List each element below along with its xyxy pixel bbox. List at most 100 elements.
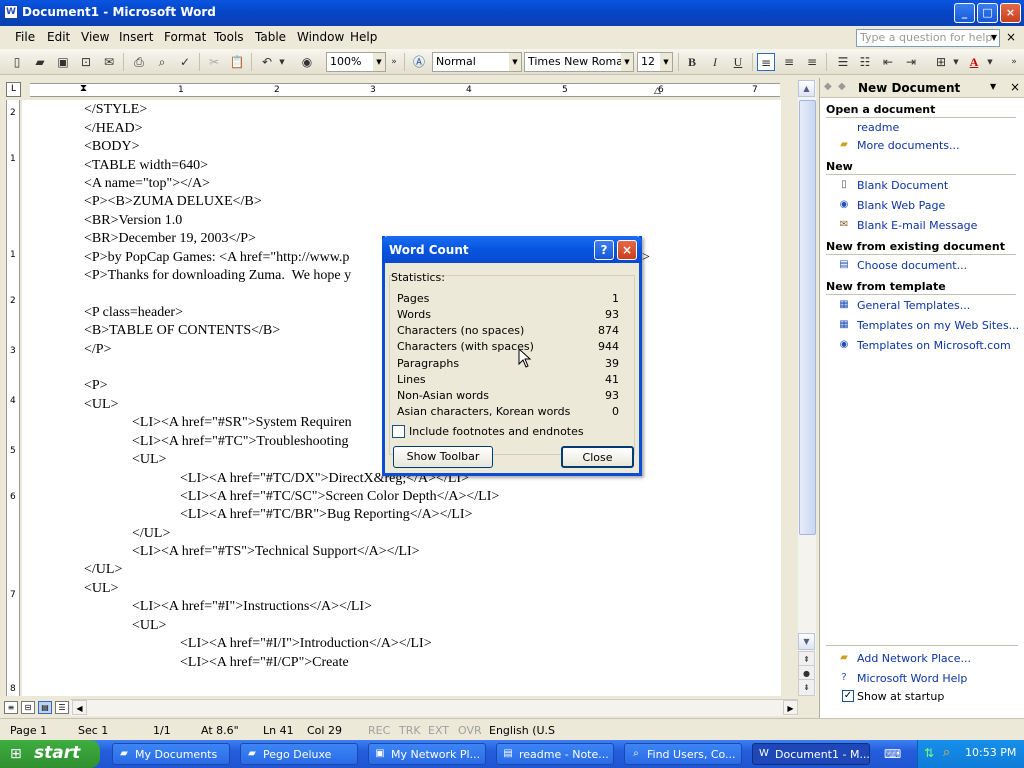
- align-left-icon[interactable]: ≡: [757, 53, 775, 71]
- horizontal-ruler[interactable]: 1 2 3 4 5 6 7 ⧗ △: [30, 83, 780, 97]
- help-icon[interactable]: ?: [594, 240, 614, 260]
- menu-view[interactable]: View: [81, 30, 109, 44]
- close-icon[interactable]: ×: [617, 240, 637, 260]
- styles-formatting-icon[interactable]: Ⓐ: [410, 53, 428, 71]
- spelling-icon[interactable]: ✓: [176, 53, 194, 71]
- permission-icon[interactable]: ⊡: [77, 53, 95, 71]
- minimize-button[interactable]: _: [954, 3, 975, 23]
- taskbar-item-my-documents[interactable]: ▰ My Documents: [112, 743, 230, 765]
- font-color-icon[interactable]: A: [965, 53, 983, 71]
- right-indent-marker-icon[interactable]: △: [654, 86, 661, 96]
- menu-format[interactable]: Format: [164, 30, 206, 44]
- menu-table[interactable]: Table: [255, 30, 286, 44]
- indent-marker-icon[interactable]: ⧗: [80, 83, 87, 94]
- decrease-indent-icon[interactable]: ⇤: [879, 53, 897, 71]
- help-dropdown-arrow-icon[interactable]: ▼: [988, 29, 1000, 47]
- vertical-scroll-thumb[interactable]: [799, 100, 816, 535]
- close-button[interactable]: Close: [561, 446, 634, 468]
- taskbar-item-notepad[interactable]: ▤ readme - Note...: [496, 743, 614, 765]
- undo-icon[interactable]: ↶: [258, 53, 276, 71]
- scroll-left-icon[interactable]: ◀: [72, 700, 87, 715]
- taskbar-item-pego-deluxe[interactable]: ▰ Pego Deluxe: [240, 743, 358, 765]
- vertical-ruler[interactable]: 2 1 1 2 3 4 5 6 7 8: [6, 100, 20, 696]
- menu-window[interactable]: Window: [297, 30, 344, 44]
- font-color-dropdown-icon[interactable]: ▼: [985, 53, 995, 71]
- menu-tools[interactable]: Tools: [214, 30, 244, 44]
- open-folder-icon[interactable]: ▰: [31, 53, 49, 71]
- general-templates-link[interactable]: General Templates...: [857, 299, 970, 312]
- word-help-link[interactable]: Microsoft Word Help: [857, 672, 967, 685]
- dialog-title-bar[interactable]: Word Count ? ×: [382, 236, 642, 263]
- keyboard-icon[interactable]: ⌨: [884, 747, 904, 761]
- paste-icon[interactable]: 📋: [228, 53, 246, 71]
- network-tray-icon[interactable]: ⇅: [924, 746, 934, 760]
- italic-button[interactable]: I: [706, 53, 724, 71]
- web-layout-view-icon[interactable]: ⊟: [21, 701, 35, 714]
- menu-help[interactable]: Help: [350, 30, 377, 44]
- status-rec[interactable]: REC: [368, 724, 390, 737]
- menu-edit[interactable]: Edit: [47, 30, 70, 44]
- next-page-icon[interactable]: ⇟: [798, 679, 815, 696]
- show-toolbar-button[interactable]: Show Toolbar: [393, 446, 493, 468]
- maximize-button[interactable]: □: [977, 3, 998, 23]
- close-document-icon[interactable]: ×: [1004, 30, 1018, 44]
- new-document-icon[interactable]: ▯: [8, 53, 26, 71]
- status-trk[interactable]: TRK: [399, 724, 421, 737]
- more-documents-link[interactable]: More documents...: [857, 139, 960, 152]
- word-app-icon[interactable]: W: [4, 5, 18, 19]
- email-icon[interactable]: ✉: [100, 53, 118, 71]
- toolbar-options-icon[interactable]: »: [1008, 53, 1020, 71]
- font-size-select[interactable]: 12 ▼: [637, 52, 673, 72]
- status-ovr[interactable]: OVR: [458, 724, 482, 737]
- forward-arrow-icon[interactable]: ◆: [838, 81, 846, 92]
- taskbar-item-find-users[interactable]: ⌕ Find Users, Co...: [624, 743, 742, 765]
- bold-button[interactable]: B: [683, 53, 701, 71]
- print-preview-icon[interactable]: ⌕: [153, 53, 171, 71]
- align-center-icon[interactable]: ≡: [780, 53, 798, 71]
- underline-button[interactable]: U: [729, 53, 747, 71]
- task-pane-close-icon[interactable]: ×: [1010, 80, 1020, 94]
- show-at-startup-checkbox[interactable]: ✓: [842, 690, 854, 702]
- back-arrow-icon[interactable]: ◆: [824, 81, 832, 92]
- font-select[interactable]: Times New Roman ▼: [524, 52, 634, 72]
- scroll-right-icon[interactable]: ▶: [783, 700, 798, 715]
- taskbar-item-network-places[interactable]: ▣ My Network Pl...: [368, 743, 486, 765]
- print-icon[interactable]: ⎙: [130, 53, 148, 71]
- normal-view-icon[interactable]: ≡: [4, 701, 18, 714]
- status-ext[interactable]: EXT: [428, 724, 449, 737]
- zoom-select[interactable]: 100% ▼: [326, 52, 386, 72]
- recent-file-readme[interactable]: readme: [857, 121, 899, 134]
- outline-view-icon[interactable]: ☰: [55, 701, 69, 714]
- toolbar-options-icon[interactable]: »: [389, 53, 399, 71]
- blank-document-link[interactable]: Blank Document: [857, 179, 948, 192]
- horizontal-scrollbar[interactable]: [70, 699, 798, 716]
- borders-icon[interactable]: ⊞: [932, 53, 950, 71]
- scroll-up-icon[interactable]: ▲: [798, 80, 815, 97]
- include-footnotes-checkbox[interactable]: [392, 425, 405, 438]
- close-window-button[interactable]: ×: [1000, 3, 1021, 23]
- add-network-place-link[interactable]: Add Network Place...: [857, 652, 971, 665]
- menu-file[interactable]: File: [15, 30, 35, 44]
- print-layout-view-icon[interactable]: ▤: [38, 701, 52, 714]
- choose-document-link[interactable]: Choose document...: [857, 259, 967, 272]
- help-question-input[interactable]: Type a question for help: [856, 29, 1000, 47]
- scroll-down-icon[interactable]: ▼: [798, 633, 815, 650]
- align-right-icon[interactable]: ≡: [803, 53, 821, 71]
- save-icon[interactable]: ▣: [54, 53, 72, 71]
- microsoft-templates-link[interactable]: Templates on Microsoft.com: [857, 339, 1011, 352]
- bullets-icon[interactable]: ☷: [856, 53, 874, 71]
- borders-dropdown-icon[interactable]: ▼: [951, 53, 961, 71]
- undo-dropdown-icon[interactable]: ▼: [277, 53, 287, 71]
- taskbar-item-word[interactable]: W Document1 - M...: [752, 743, 870, 765]
- cut-icon[interactable]: ✂: [205, 53, 223, 71]
- style-select[interactable]: Normal ▼: [432, 52, 522, 72]
- increase-indent-icon[interactable]: ⇥: [902, 53, 920, 71]
- web-icon[interactable]: ◉: [298, 53, 316, 71]
- blank-email-link[interactable]: Blank E-mail Message: [857, 219, 977, 232]
- menu-insert[interactable]: Insert: [119, 30, 153, 44]
- tab-selector-icon[interactable]: L: [6, 82, 21, 97]
- task-pane-dropdown-icon[interactable]: ▼: [990, 82, 996, 91]
- web-templates-link[interactable]: Templates on my Web Sites...: [857, 319, 1019, 332]
- numbering-icon[interactable]: ☰: [834, 53, 852, 71]
- search-tray-icon[interactable]: ⌕: [943, 745, 950, 760]
